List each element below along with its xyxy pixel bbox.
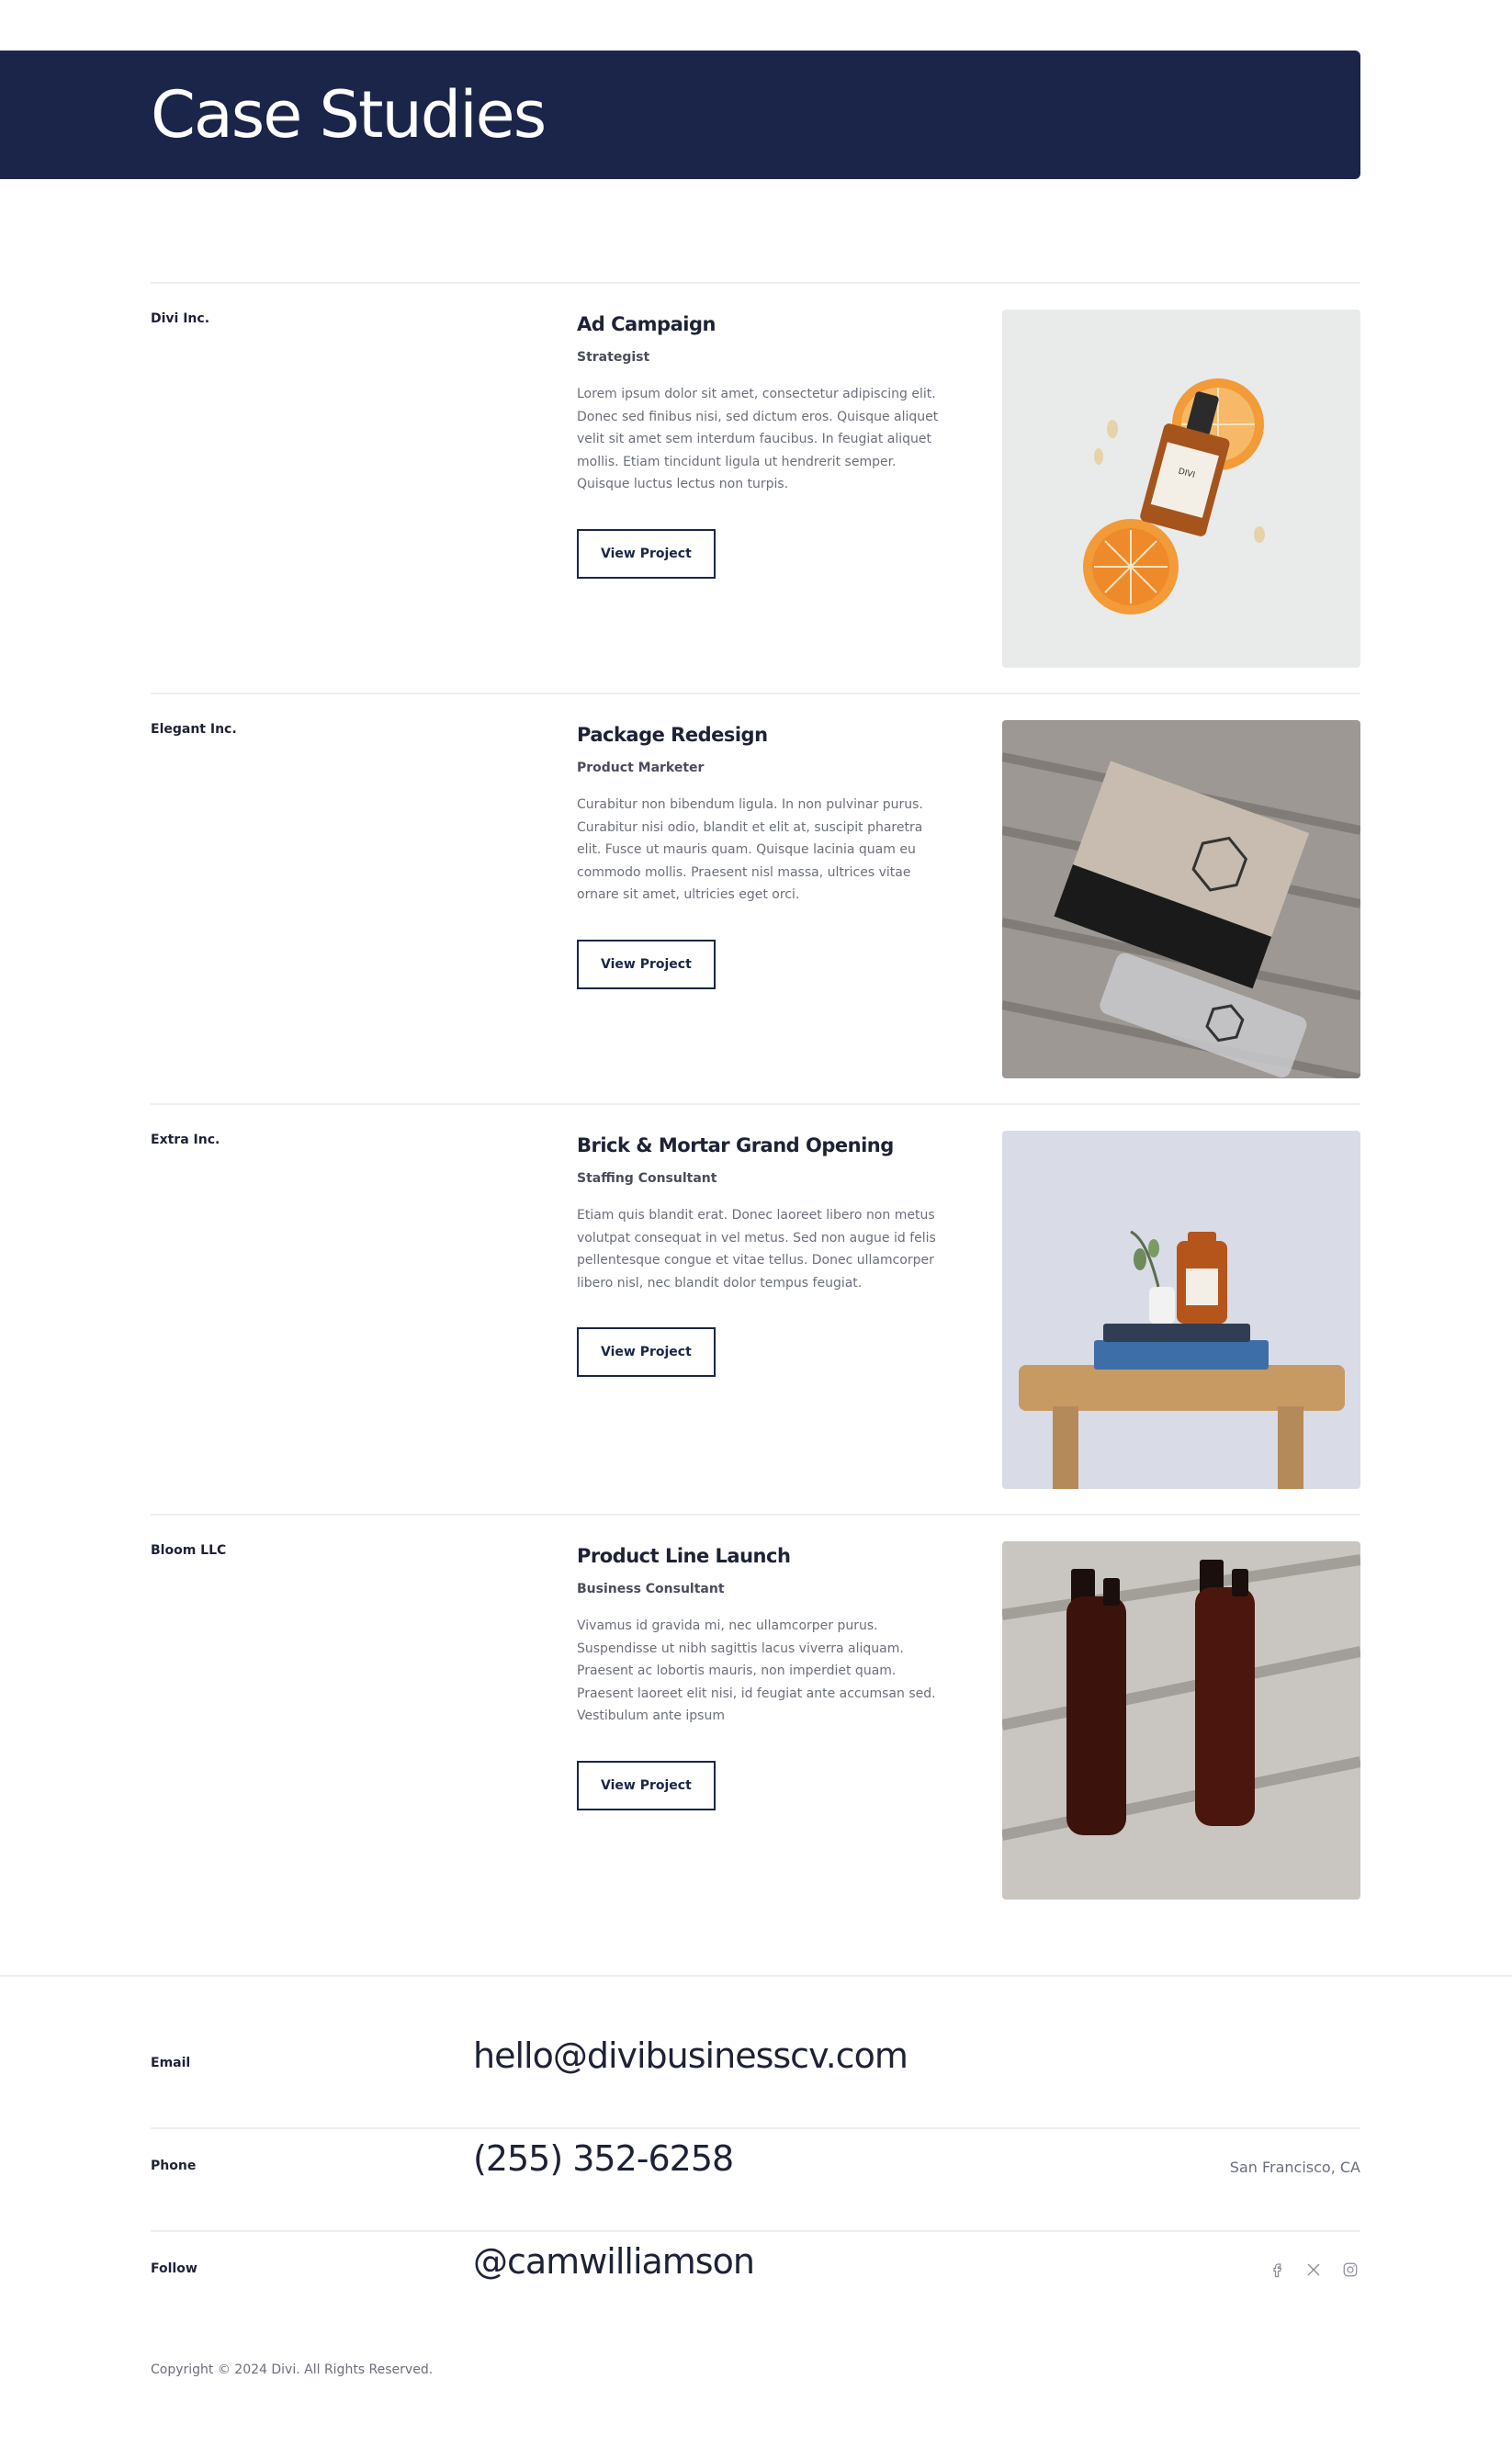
contact-follow-row: Follow @camwilliamson xyxy=(151,2181,1360,2335)
case-content: Ad Campaign Strategist Lorem ipsum dolor… xyxy=(577,310,944,579)
client-name: Bloom LLC xyxy=(151,1543,227,1558)
serum-bottle-image: DIVI xyxy=(1002,310,1360,668)
case-description: Etiam quis blandit erat. Donec laoreet l… xyxy=(577,1208,936,1291)
case-image-packaging xyxy=(1002,720,1360,1078)
case-content: Package Redesign Product Marketer Curabi… xyxy=(577,720,944,989)
case-role: Business Consultant xyxy=(577,1582,725,1596)
case-description: Vivamus id gravida mi, nec ullamcorper p… xyxy=(577,1618,936,1723)
case-description: Curabitur non bibendum ligula. In non pu… xyxy=(577,797,923,902)
case-role: Product Marketer xyxy=(577,761,705,775)
case-title: Brick & Mortar Grand Opening xyxy=(577,1134,894,1156)
follow-label: Follow xyxy=(151,2261,197,2276)
case-study-ad-campaign: Divi Inc. Ad Campaign Strategist Lorem i… xyxy=(151,282,1360,693)
page-header: Case Studies xyxy=(0,51,1360,179)
x-icon[interactable] xyxy=(1303,2260,1324,2280)
case-title: Package Redesign xyxy=(577,724,768,746)
case-role: Staffing Consultant xyxy=(577,1171,717,1186)
case-image-stool-books xyxy=(1002,1131,1360,1489)
stool-books-image xyxy=(1002,1131,1360,1489)
case-study-brick-mortar: Extra Inc. Brick & Mortar Grand Opening … xyxy=(151,1103,1360,1514)
case-content: Product Line Launch Business Consultant … xyxy=(577,1541,944,1810)
client-name: Divi Inc. xyxy=(151,311,210,326)
social-handle[interactable]: @camwilliamson xyxy=(473,2241,755,2282)
case-study-package-redesign: Elegant Inc. Package Redesign Product Ma… xyxy=(151,693,1360,1103)
case-content: Brick & Mortar Grand Opening Staffing Co… xyxy=(577,1131,944,1377)
view-project-button[interactable]: View Project xyxy=(577,1327,716,1377)
copyright-text: Copyright © 2024 Divi. All Rights Reserv… xyxy=(151,2362,434,2377)
social-links xyxy=(1267,2260,1360,2280)
view-project-button[interactable]: View Project xyxy=(577,1760,716,1810)
case-description: Lorem ipsum dolor sit amet, consectetur … xyxy=(577,387,939,491)
email-link[interactable]: hello@divibusinesscv.com xyxy=(473,2035,908,2076)
view-project-button[interactable]: View Project xyxy=(577,939,716,989)
location-text: San Francisco, CA xyxy=(1229,2159,1360,2176)
case-image-serum-oranges: DIVI xyxy=(1002,310,1360,668)
case-role: Strategist xyxy=(577,350,650,365)
client-name: Extra Inc. xyxy=(151,1133,220,1147)
facebook-icon[interactable] xyxy=(1267,2260,1287,2280)
email-label: Email xyxy=(151,2056,191,2070)
page-title: Case Studies xyxy=(151,77,547,152)
phone-link[interactable]: (255) 352-6258 xyxy=(473,2138,734,2179)
client-name: Elegant Inc. xyxy=(151,722,237,737)
amber-bottles-image xyxy=(1002,1541,1360,1900)
view-project-button[interactable]: View Project xyxy=(577,528,716,579)
packaging-image xyxy=(1002,720,1360,1078)
case-study-product-line: Bloom LLC Product Line Launch Business C… xyxy=(151,1514,1360,1924)
case-image-bottles xyxy=(1002,1541,1360,1900)
case-title: Product Line Launch xyxy=(577,1545,791,1567)
case-title: Ad Campaign xyxy=(577,313,716,335)
instagram-icon[interactable] xyxy=(1340,2260,1360,2280)
phone-label: Phone xyxy=(151,2159,197,2173)
